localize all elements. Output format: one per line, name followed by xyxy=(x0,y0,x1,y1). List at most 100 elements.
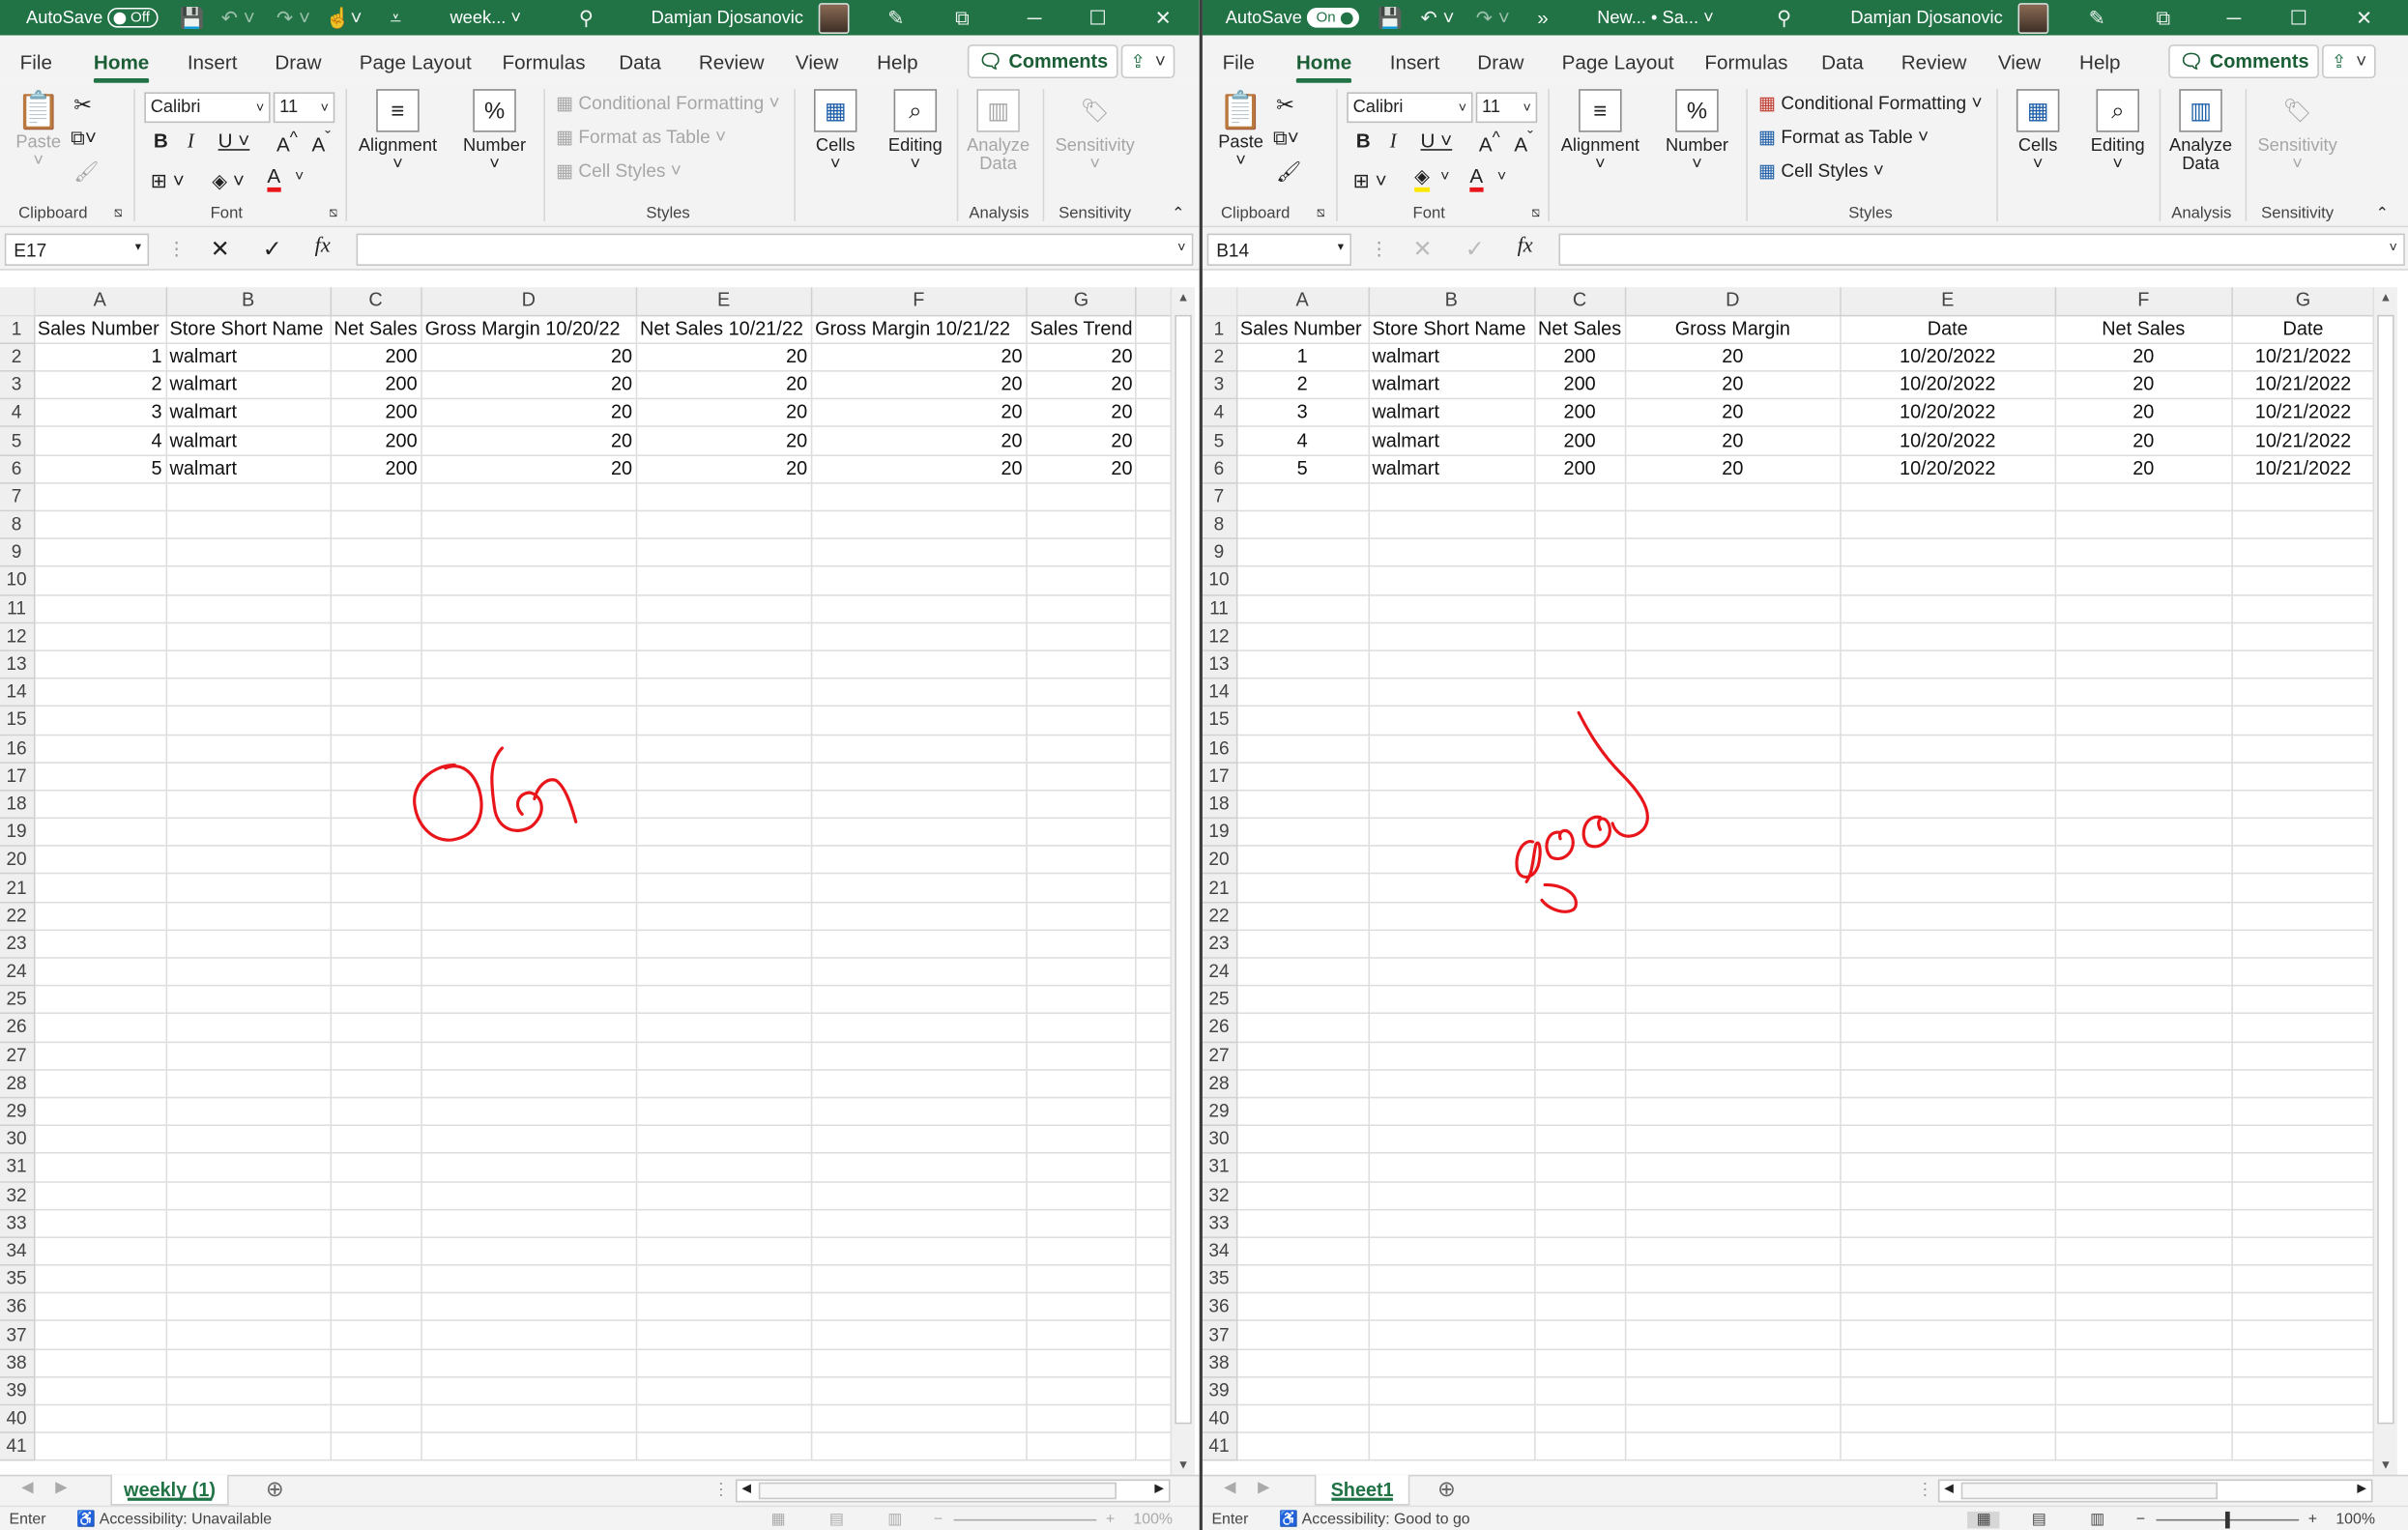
cell[interactable] xyxy=(2054,1376,2233,1406)
cell[interactable] xyxy=(330,510,422,540)
cell[interactable] xyxy=(1625,1209,1842,1238)
cell[interactable]: 20 xyxy=(811,398,1028,428)
cell[interactable] xyxy=(2231,930,2376,959)
cell[interactable] xyxy=(811,1404,1028,1434)
cell[interactable] xyxy=(1026,706,1138,736)
cell[interactable] xyxy=(33,706,167,736)
row-header[interactable]: 30 xyxy=(1202,1125,1237,1155)
cell[interactable] xyxy=(811,1432,1028,1462)
cell[interactable] xyxy=(636,1013,812,1043)
cell[interactable] xyxy=(421,1432,637,1462)
cell[interactable] xyxy=(1625,818,1842,848)
cell[interactable] xyxy=(165,706,332,736)
cell[interactable] xyxy=(165,650,332,679)
row-header[interactable]: 34 xyxy=(0,1237,35,1266)
cell[interactable] xyxy=(1368,846,1535,876)
cell[interactable] xyxy=(330,1320,422,1350)
row-header[interactable]: 30 xyxy=(0,1125,35,1155)
cells-button[interactable]: ▦ Cells ˅ xyxy=(2007,89,2069,174)
cell[interactable] xyxy=(1235,762,1370,792)
cell[interactable] xyxy=(330,902,422,931)
sensitivity-button[interactable]: 🏷 Sensitivity ˅ xyxy=(2256,89,2339,174)
cell[interactable]: 3 xyxy=(1235,398,1370,428)
cell[interactable] xyxy=(1625,1432,1842,1462)
cell[interactable] xyxy=(1534,1069,1626,1099)
cell[interactable] xyxy=(1026,1292,1138,1322)
cell[interactable] xyxy=(1235,1264,1370,1294)
cell[interactable] xyxy=(1368,1292,1535,1322)
row-header[interactable]: 3 xyxy=(0,370,35,400)
cell[interactable] xyxy=(1625,874,1842,903)
row-header[interactable]: 18 xyxy=(0,790,35,820)
cell[interactable] xyxy=(165,734,332,764)
cell[interactable] xyxy=(421,930,637,959)
cell[interactable] xyxy=(165,790,332,820)
cell[interactable] xyxy=(1534,790,1626,820)
font-launcher-icon[interactable]: ⧅ xyxy=(329,204,337,220)
cell[interactable]: walmart xyxy=(165,370,332,400)
cell[interactable] xyxy=(1368,1264,1535,1294)
cell[interactable] xyxy=(636,622,812,651)
cell[interactable] xyxy=(1026,734,1138,764)
cell[interactable] xyxy=(1625,1320,1842,1350)
cell[interactable] xyxy=(33,902,167,931)
cell[interactable] xyxy=(811,790,1028,820)
collapse-ribbon-icon[interactable]: ⌃ xyxy=(1172,206,1184,222)
cell[interactable] xyxy=(1026,1069,1138,1099)
cell[interactable] xyxy=(636,1292,812,1322)
cell[interactable] xyxy=(165,818,332,848)
editing-button[interactable]: ⌕ Editing ˅ xyxy=(882,89,949,174)
cell[interactable]: 10/20/2022 xyxy=(1840,454,2056,484)
cell[interactable] xyxy=(1026,790,1138,820)
cell[interactable] xyxy=(636,678,812,707)
fill-color-icon[interactable]: ◈ ˅ xyxy=(212,169,245,193)
row-header[interactable]: 6 xyxy=(0,454,35,484)
cell[interactable] xyxy=(1625,678,1842,707)
cell[interactable] xyxy=(2231,902,2376,931)
cell[interactable] xyxy=(636,1376,812,1406)
cell[interactable] xyxy=(811,1209,1028,1238)
cell[interactable]: 1 xyxy=(1235,343,1370,372)
cell[interactable] xyxy=(1534,1237,1626,1266)
column-header[interactable]: G xyxy=(2231,287,2376,316)
select-all-corner[interactable] xyxy=(1202,287,1237,316)
cell[interactable] xyxy=(165,1041,332,1071)
cell[interactable] xyxy=(2231,790,2376,820)
cell[interactable] xyxy=(33,594,167,623)
cell[interactable] xyxy=(421,1097,637,1127)
cell[interactable]: Date xyxy=(2231,315,2376,344)
paste-button[interactable]: 📋 Paste ˅ xyxy=(13,89,65,171)
cell-table[interactable]: A B C D E F G 1 Sales Number Store Short Name Net … xyxy=(1202,287,2384,1462)
cell[interactable] xyxy=(2054,1153,2233,1183)
cell[interactable] xyxy=(421,790,637,820)
cell[interactable] xyxy=(636,734,812,764)
redo-icon[interactable]: ↷ ˅ xyxy=(1476,0,1510,36)
cell[interactable]: 20 xyxy=(636,426,812,456)
cell[interactable] xyxy=(165,1013,332,1043)
cell[interactable] xyxy=(421,1320,637,1350)
zoom-out-icon[interactable]: − xyxy=(2136,1512,2145,1528)
underline-icon[interactable]: U ˅ xyxy=(218,130,250,153)
spreadsheet-grid[interactable]: A B C D E F G 1 Sales Number Store Short Name Net … xyxy=(0,287,1175,1462)
row-header[interactable]: 27 xyxy=(0,1041,35,1071)
cell[interactable] xyxy=(1235,985,1370,1015)
row-header[interactable]: 25 xyxy=(1202,985,1237,1015)
row-header[interactable]: 16 xyxy=(0,734,35,764)
tab-review[interactable]: Review xyxy=(699,50,765,73)
cell[interactable] xyxy=(1026,510,1138,540)
cell[interactable]: 20 xyxy=(1026,398,1138,428)
cell[interactable] xyxy=(1368,482,1535,512)
cut-icon[interactable]: ✂ xyxy=(73,92,92,118)
font-color-icon[interactable]: A xyxy=(1469,165,1484,192)
cell[interactable]: 20 xyxy=(1026,426,1138,456)
cell[interactable] xyxy=(2054,1292,2233,1322)
zoom-in-icon[interactable]: + xyxy=(2308,1512,2317,1528)
cell[interactable] xyxy=(1840,650,2056,679)
cell[interactable] xyxy=(1235,566,1370,595)
cell[interactable]: 20 xyxy=(1026,454,1138,484)
cell[interactable] xyxy=(811,1264,1028,1294)
cell[interactable]: 20 xyxy=(2054,398,2233,428)
cell[interactable] xyxy=(33,678,167,707)
cell[interactable] xyxy=(636,1404,812,1434)
borders-icon[interactable]: ⊞ ˅ xyxy=(1353,169,1387,193)
